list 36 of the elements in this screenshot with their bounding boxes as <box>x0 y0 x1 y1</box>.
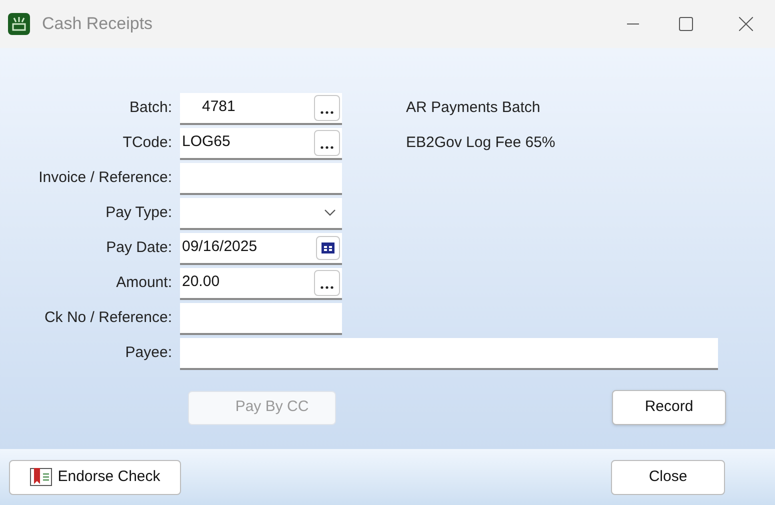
app-icon <box>8 13 30 35</box>
maximize-icon[interactable] <box>679 17 693 31</box>
close-button[interactable]: Close <box>611 460 725 494</box>
calendar-button[interactable] <box>316 236 340 260</box>
chevron-down-icon <box>324 209 336 216</box>
field-description: AR Payments Batch <box>406 98 540 118</box>
ellipsis-icon <box>320 146 334 148</box>
field-label: Payee: <box>124 343 173 364</box>
field-label: Batch: <box>128 98 173 118</box>
field-label: Pay Type: <box>104 203 173 224</box>
input-field[interactable] <box>180 338 718 370</box>
field-label: Pay Date: <box>105 238 173 258</box>
input-field[interactable]: LOG65 <box>180 128 342 160</box>
button-label: Endorse Check <box>58 466 160 487</box>
input-field[interactable] <box>180 302 342 334</box>
close-icon[interactable] <box>739 17 753 31</box>
input-field[interactable]: 4781 <box>180 92 342 124</box>
date-field[interactable]: 09/16/2025 <box>180 232 342 264</box>
check-ribbon-icon <box>30 468 52 486</box>
ellipsis-icon <box>320 110 334 114</box>
field-label: Amount: <box>115 273 173 294</box>
ellipsis-button[interactable] <box>314 270 340 296</box>
field-label: Ck No / Reference: <box>43 308 173 328</box>
dropdown-field[interactable] <box>180 198 342 230</box>
record-button[interactable]: Record <box>612 390 726 425</box>
field-description: EB2Gov Log Fee 65% <box>406 133 556 154</box>
endorse-check-button[interactable]: Endorse Check <box>9 460 181 494</box>
ellipsis-icon <box>320 286 334 288</box>
ellipsis-button[interactable] <box>314 94 340 120</box>
calendar-icon <box>321 242 335 254</box>
input-field[interactable]: 20.00 <box>180 268 342 300</box>
input-field[interactable] <box>180 162 342 194</box>
ellipsis-button[interactable] <box>314 130 340 156</box>
window-title: Cash Receipts <box>42 13 153 36</box>
field-label: Invoice / Reference: <box>38 168 173 188</box>
field-label: TCode: <box>122 133 173 154</box>
